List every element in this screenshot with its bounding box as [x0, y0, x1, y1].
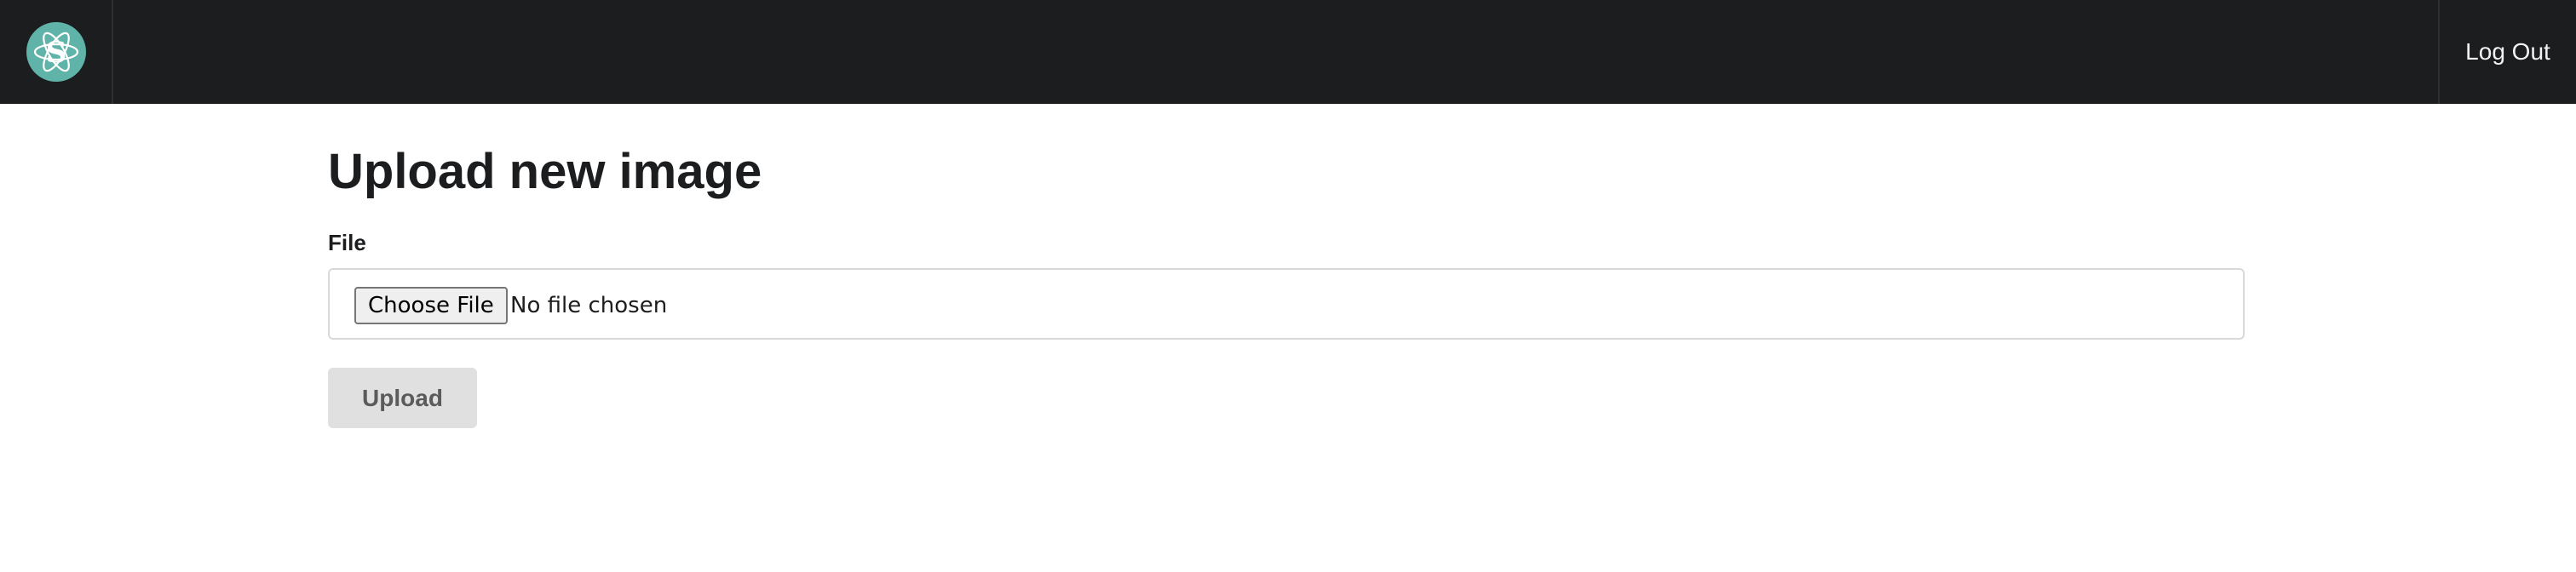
logo-letter: S — [45, 36, 66, 70]
atom-s-logo-icon: S — [26, 22, 86, 82]
file-field-label: File — [328, 230, 366, 255]
choose-file-button[interactable]: Choose File — [354, 287, 508, 324]
upload-button[interactable]: Upload — [328, 368, 477, 428]
logout-button[interactable]: Log Out — [2438, 0, 2576, 104]
top-navigation-bar: S Log Out — [0, 0, 2576, 104]
file-status-text: No file chosen — [510, 293, 668, 318]
page-title: Upload new image — [328, 144, 762, 199]
file-input[interactable]: Choose File No file chosen — [328, 268, 2245, 340]
logo-link[interactable]: S — [0, 0, 113, 104]
